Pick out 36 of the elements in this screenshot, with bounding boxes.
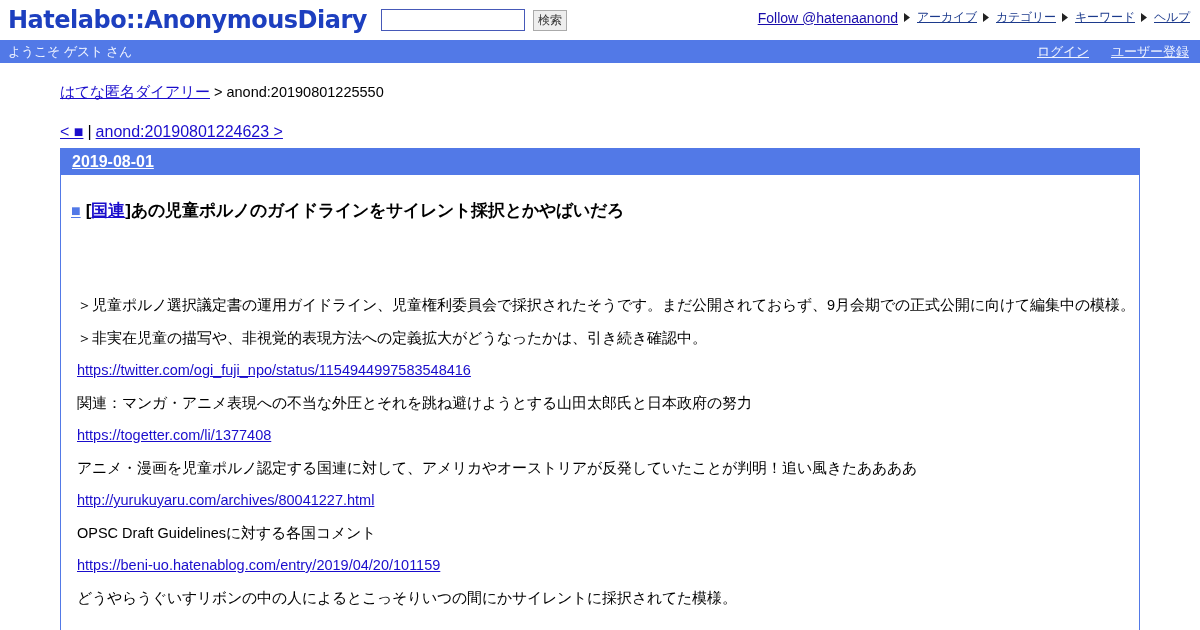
search-field[interactable] bbox=[380, 9, 525, 31]
date-link[interactable]: 2019-08-01 bbox=[72, 152, 154, 171]
previous-link[interactable]: < ■ bbox=[60, 123, 84, 141]
bracket: [ bbox=[85, 201, 92, 221]
nav-link[interactable]: カテゴリー bbox=[996, 9, 1056, 26]
pager-separator: | bbox=[87, 123, 92, 141]
entry-title: あの児童ポルノのガイドラインをサイレント採択とかやばいだろ bbox=[131, 200, 624, 222]
nav-link[interactable]: キーワード bbox=[1075, 9, 1135, 26]
paragraph: OPSC Draft Guidelinesに対する各国コメント bbox=[77, 523, 378, 543]
search-button[interactable]: 検索 bbox=[532, 9, 567, 31]
follow-link[interactable]: Follow @hatenaanond bbox=[757, 9, 898, 26]
next-link[interactable]: anond:20190801224623 > bbox=[95, 123, 283, 141]
arrow-icon bbox=[983, 13, 989, 22]
url-link[interactable]: https://togetter.com/li/1377408 bbox=[77, 427, 272, 443]
entry-anchor-link[interactable]: ■ bbox=[71, 202, 81, 220]
arrow-icon bbox=[1062, 13, 1068, 22]
breadcrumb-link[interactable]: はてな匿名ダイアリー bbox=[60, 83, 210, 102]
category-link[interactable]: 国連 bbox=[91, 199, 126, 222]
paragraph: どうやらうぐいすリボンの中の人によるとこっそりいつの間にかサイレントに採択されてた模様。 bbox=[77, 588, 738, 608]
paragraph: アニメ・漫画を児童ポルノ認定する国連に対して、アメリカやオーストリアが反発していたことが判明！追い風きたああああ bbox=[77, 458, 918, 478]
nav-link[interactable]: アーカイブ bbox=[917, 9, 977, 26]
paragraph: ＞非実在児童の描写や、非視覚的表現方法への定義拡大がどうなったかは、引き続き確認中。 bbox=[77, 328, 708, 348]
breadcrumb-current: > anond:20190801225550 bbox=[214, 84, 384, 100]
account-link[interactable]: ユーザー登録 bbox=[1111, 42, 1189, 61]
arrow-icon bbox=[904, 13, 910, 22]
url-link[interactable]: https://twitter.com/ogi_fuji_npo/status/1154944997583548416 bbox=[77, 362, 471, 378]
welcome-text: ようこそ ゲスト さん bbox=[8, 42, 133, 61]
nav-link[interactable]: ヘルプ bbox=[1154, 9, 1190, 26]
site-logo[interactable]: Hatelabo::AnonymousDiary bbox=[8, 6, 367, 34]
url-link[interactable]: https://beni-uo.hatenablog.com/entry/2019/04/20/101159 bbox=[77, 557, 441, 573]
arrow-icon bbox=[1141, 13, 1147, 22]
bracket: ] bbox=[125, 201, 131, 221]
account-link[interactable]: ログイン bbox=[1037, 42, 1089, 61]
paragraph: ＞児童ポルノ選択議定書の運用ガイドライン、児童権利委員会で採択されたそうです。まだ公開されておらず、9月会期での正式公開に向けて編集中の模様。 bbox=[77, 296, 1137, 315]
paragraph: 関連：マンガ・アニメ表現への不当な外圧とそれを跳ね避けようとする山田太郎氏と日本政府の努力 bbox=[77, 393, 753, 413]
url-link[interactable]: http://yurukuyaru.com/archives/80041227.html bbox=[77, 492, 375, 508]
